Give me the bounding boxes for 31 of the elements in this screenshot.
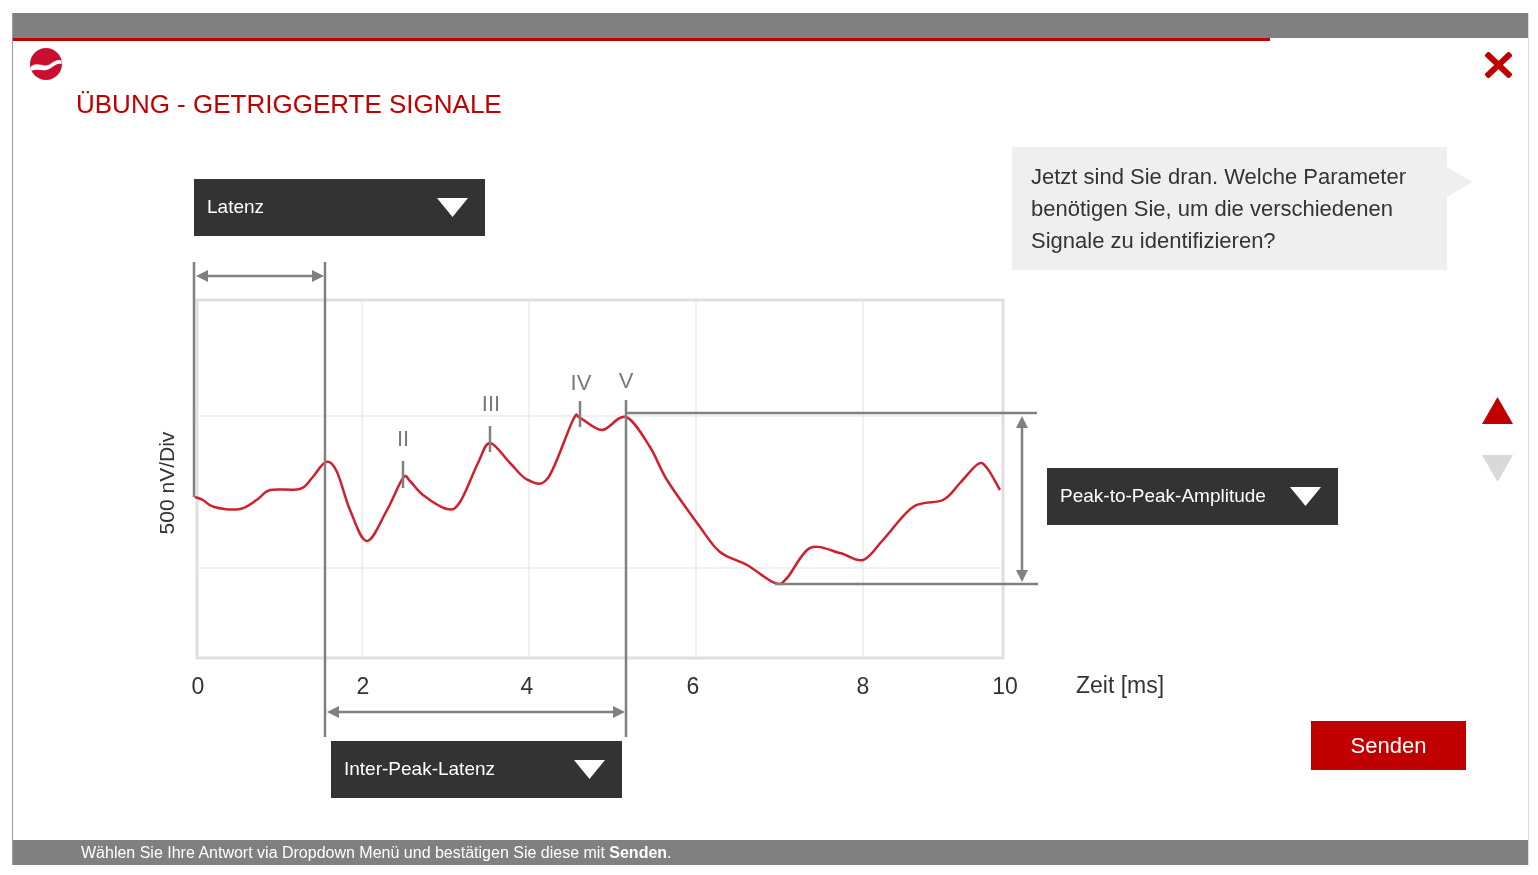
logo-icon [30,48,62,80]
tick-label: 0 [191,673,205,699]
tick-label: 8 [856,673,870,699]
tick-label: 10 [992,673,1018,699]
page-title: ÜBUNG - GETRIGGERTE SIGNALE [76,88,502,121]
peak-label: IV [570,370,592,395]
page-up-button[interactable] [1482,397,1513,424]
answer-dropdown[interactable]: Peak-to-Peak-Amplitude [1047,468,1338,525]
peak-label: II [396,426,410,451]
caret-icon [437,198,468,217]
caret-icon [1290,487,1321,506]
triangle-down-icon [1482,455,1513,482]
peak-tick [578,401,582,427]
answer-dropdown[interactable]: Inter-Peak-Latenz [331,741,622,798]
axis-label: 500 nV/Div [154,431,178,535]
triangle-up-icon [1482,397,1513,424]
peak-tick [488,426,492,452]
tick-label: 4 [520,673,534,699]
close-button[interactable] [1485,52,1512,78]
caret-icon [574,760,605,779]
answer-dropdown[interactable]: Latenz [194,179,485,236]
footer-hint: Wählen Sie Ihre Antwort via Dropdown Menü und bestätigen Sie diese mit Senden. [81,843,673,863]
close-icon [1485,52,1512,78]
peak-tick [401,461,405,488]
submit-button[interactable]: Senden [1311,721,1466,770]
axis-label: Zeit [ms] [1076,671,1165,699]
peak-label: III [481,391,501,416]
tick-label: 6 [686,673,700,699]
tick-label: 2 [356,673,370,699]
instruction-text: Jetzt sind Sie dran. Welche Parameter benötigen Sie, um die verschiedenen Signale zu identifizieren? [1031,163,1407,255]
peak-label: V [618,368,634,393]
